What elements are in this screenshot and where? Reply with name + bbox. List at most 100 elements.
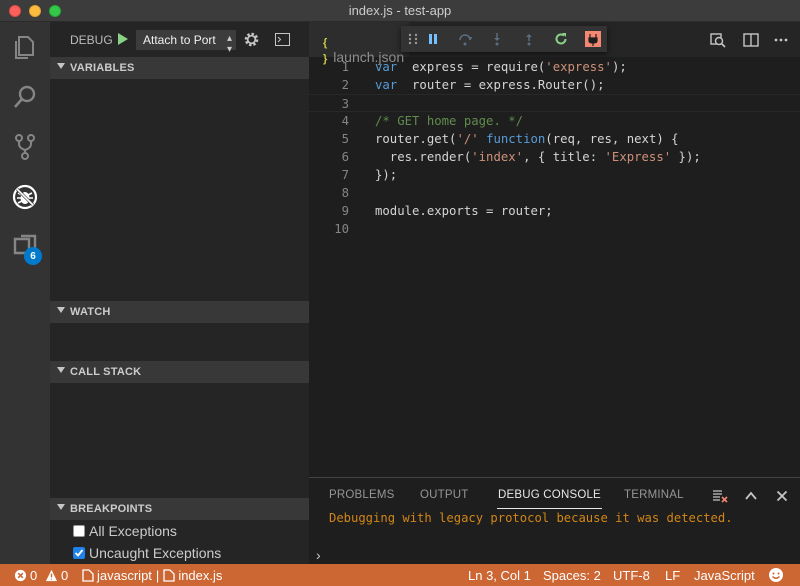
step-out-icon[interactable] bbox=[521, 31, 537, 47]
bottom-panel: PROBLEMS OUTPUT DEBUG CONSOLE TERMINAL D… bbox=[309, 477, 800, 564]
collapse-triangle-icon bbox=[57, 307, 65, 313]
tab-output[interactable]: OUTPUT bbox=[420, 489, 468, 501]
floating-debug-toolbar bbox=[401, 26, 607, 52]
checkbox[interactable] bbox=[73, 525, 85, 537]
tab-terminal[interactable]: TERMINAL bbox=[624, 489, 684, 501]
line-text: /* GET home page. */ bbox=[375, 114, 524, 128]
file-code-icon bbox=[82, 569, 94, 582]
debug-configuration-select[interactable]: Attach to Port ▴ ▾ bbox=[136, 30, 236, 55]
extensions-activity[interactable]: 6 bbox=[0, 222, 50, 272]
console-message: Debugging with legacy protocol because i… bbox=[329, 511, 733, 525]
line-text: var express = require('express'); bbox=[375, 60, 627, 74]
language-mode[interactable]: JavaScript bbox=[694, 568, 755, 583]
line-number: 6 bbox=[341, 150, 349, 164]
debug-console-icon[interactable] bbox=[275, 33, 290, 46]
open-changes-icon[interactable] bbox=[709, 31, 727, 49]
breakpoints-section-header[interactable]: BREAKPOINTS bbox=[50, 498, 309, 520]
start-debugging-icon[interactable] bbox=[114, 31, 130, 47]
tab-debug-console[interactable]: DEBUG CONSOLE bbox=[497, 489, 602, 509]
feedback-button[interactable] bbox=[768, 567, 787, 583]
watch-section-header[interactable]: WATCH bbox=[50, 301, 309, 323]
indentation-setting[interactable]: Spaces: 2 bbox=[543, 568, 601, 583]
clear-console-icon[interactable] bbox=[712, 488, 728, 504]
search-activity[interactable] bbox=[0, 72, 50, 122]
line-number: 10 bbox=[334, 222, 349, 236]
debug-title: DEBUG bbox=[70, 32, 113, 47]
breakpoint-all-exceptions[interactable]: All Exceptions bbox=[73, 521, 177, 541]
search-icon bbox=[14, 85, 36, 108]
code-line[interactable]: 2 var router = express.Router(); bbox=[309, 76, 800, 94]
restart-icon[interactable] bbox=[553, 31, 569, 47]
debug-configuration-value: Attach to Port bbox=[143, 33, 216, 47]
encoding-setting[interactable]: UTF-8 bbox=[613, 568, 650, 583]
extensions-badge: 6 bbox=[24, 247, 42, 265]
pause-icon[interactable] bbox=[425, 31, 441, 47]
file-code-icon bbox=[163, 569, 175, 582]
explorer-activity[interactable] bbox=[0, 22, 50, 72]
code-line[interactable]: 3 bbox=[309, 94, 800, 112]
editor-tabs: { } launch.json bbox=[309, 22, 800, 65]
select-caret-icon: ▴ ▾ bbox=[226, 33, 232, 55]
debug-activity[interactable] bbox=[0, 172, 50, 222]
code-line[interactable]: 9 module.exports = router; bbox=[309, 202, 800, 220]
code-line[interactable]: 5 router.get('/' function(req, res, next)… bbox=[309, 130, 800, 148]
debug-no-bug-icon bbox=[12, 184, 38, 210]
line-number: 4 bbox=[341, 114, 349, 128]
line-text: }); bbox=[375, 168, 398, 182]
activity-bar: 6 bbox=[0, 22, 50, 564]
eol-setting[interactable]: LF bbox=[665, 568, 680, 583]
breadcrumb[interactable]: javascript | index.js bbox=[82, 568, 222, 583]
code-line[interactable]: 1 var express = require('express'); bbox=[309, 58, 800, 76]
smiley-icon bbox=[769, 568, 783, 582]
check-icon bbox=[74, 549, 84, 557]
more-actions-icon[interactable] bbox=[772, 31, 790, 49]
line-number: 1 bbox=[341, 60, 349, 74]
close-panel-icon[interactable] bbox=[774, 488, 790, 504]
code-line[interactable]: 6 res.render('index', { title: 'Express'… bbox=[309, 148, 800, 166]
variables-section-header[interactable]: VARIABLES bbox=[50, 57, 309, 79]
line-number: 7 bbox=[341, 168, 349, 182]
status-bar: 0 0 javascript | index.js Ln 3, Col 1 Sp… bbox=[0, 564, 800, 586]
collapse-triangle-icon bbox=[57, 63, 65, 69]
code-line[interactable]: 8 bbox=[309, 184, 800, 202]
window-title: index.js - test-app bbox=[348, 3, 452, 18]
repl-input-prompt[interactable]: › bbox=[316, 547, 321, 563]
tab-problems[interactable]: PROBLEMS bbox=[329, 489, 395, 501]
line-text: res.render('index', { title: 'Express' }… bbox=[375, 150, 701, 164]
collapse-triangle-icon bbox=[57, 367, 65, 373]
errors-indicator[interactable]: 0 bbox=[14, 568, 37, 583]
disconnect-icon[interactable] bbox=[585, 31, 601, 47]
debug-sidebar: DEBUG Attach to Port ▴ ▾ VARIABLES WATCH … bbox=[50, 22, 309, 564]
cursor-position[interactable]: Ln 3, Col 1 bbox=[468, 568, 531, 583]
step-into-icon[interactable] bbox=[489, 31, 505, 47]
line-number: 3 bbox=[341, 97, 349, 111]
files-icon bbox=[15, 36, 34, 59]
code-line[interactable]: 10 bbox=[309, 220, 800, 238]
line-text: router.get('/' function(req, res, next) … bbox=[375, 132, 679, 146]
maximize-panel-icon[interactable] bbox=[743, 488, 759, 504]
line-number: 2 bbox=[341, 78, 349, 92]
call-stack-section-header[interactable]: CALL STACK bbox=[50, 361, 309, 383]
warnings-indicator[interactable]: 0 bbox=[45, 568, 68, 583]
breadcrumb-separator: | bbox=[155, 568, 160, 583]
title-bar: index.js - test-app bbox=[0, 0, 800, 22]
collapse-triangle-icon bbox=[57, 504, 65, 510]
split-editor-icon[interactable] bbox=[742, 31, 760, 49]
code-line[interactable]: 4 /* GET home page. */ bbox=[309, 112, 800, 130]
code-editor[interactable]: 1 var express = require('express'); 2 var r… bbox=[309, 57, 800, 477]
step-over-icon[interactable] bbox=[457, 31, 473, 47]
line-text: module.exports = router; bbox=[375, 204, 553, 218]
code-line[interactable]: 7}); bbox=[309, 166, 800, 184]
line-number: 8 bbox=[341, 186, 349, 200]
breakpoint-uncaught-exceptions[interactable]: Uncaught Exceptions bbox=[73, 543, 221, 563]
warning-icon bbox=[45, 569, 58, 582]
drag-handle-icon[interactable] bbox=[405, 31, 421, 47]
editor-area: { } launch.json 1 var express = require(… bbox=[309, 22, 800, 477]
tab-launch-json[interactable]: { } launch.json bbox=[309, 22, 409, 65]
line-number: 5 bbox=[341, 132, 349, 146]
gear-icon[interactable] bbox=[243, 31, 260, 48]
error-icon bbox=[14, 569, 27, 582]
line-number: 9 bbox=[341, 204, 349, 218]
checkbox-checked[interactable] bbox=[73, 547, 85, 559]
source-control-activity[interactable] bbox=[0, 122, 50, 172]
